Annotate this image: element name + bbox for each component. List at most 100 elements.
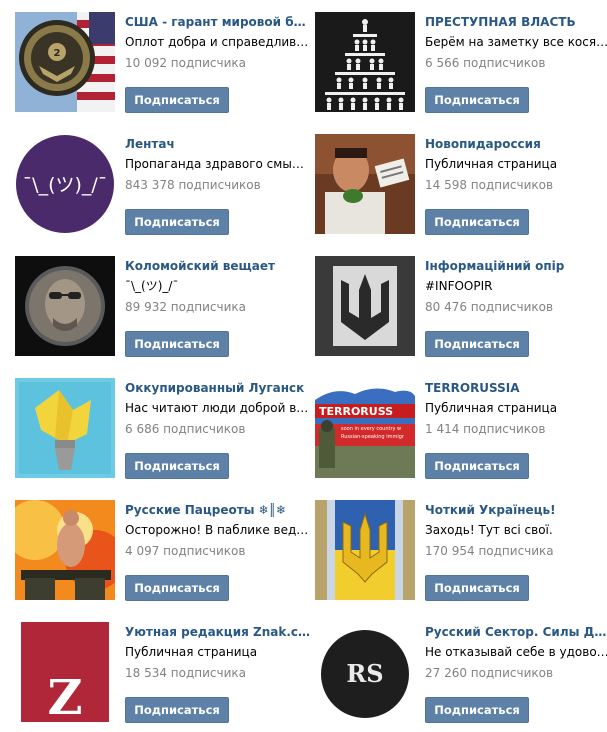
community-card: RS Русский Сектор. Силы Добра Не отказыв…: [315, 622, 607, 732]
community-card: Коломойский вещает ¯\_(ツ)_/¯ 89 932 подп…: [15, 256, 310, 366]
community-title[interactable]: Інформаційний опір: [425, 259, 607, 274]
community-avatar[interactable]: [315, 256, 415, 356]
thumb-subtext-2: Russian-speaking immigr: [341, 434, 405, 440]
community-subscribers: 14 598 подписчиков: [425, 178, 554, 192]
community-avatar[interactable]: [15, 378, 115, 478]
subscribe-button[interactable]: Подписаться: [125, 575, 229, 601]
subscribe-button[interactable]: Подписаться: [125, 697, 229, 723]
subscribe-button[interactable]: Подписаться: [425, 331, 529, 357]
community-title[interactable]: США - гарант мировой безопасности: [125, 15, 310, 30]
community-subscribers: 1 414 подписчиков: [425, 422, 546, 436]
thumb-text: Z: [47, 670, 82, 722]
community-subscribers: 27 260 подписчиков: [425, 666, 554, 680]
community-avatar[interactable]: [15, 256, 115, 356]
community-subscribers: 18 534 подписчика: [125, 666, 247, 680]
community-card: ПРЕСТУПНАЯ ВЛАСТЬ Берём на заметку все к…: [315, 12, 607, 122]
community-card: Інформаційний опір #INFOOPIR 80 476 подп…: [315, 256, 607, 366]
community-title[interactable]: Оккупированный Луганск: [125, 381, 310, 396]
thumb-subtext-1: soon in every country w: [341, 426, 401, 432]
subscribe-button[interactable]: Подписаться: [425, 453, 529, 479]
community-avatar[interactable]: [315, 12, 415, 112]
community-info: Русские Пацреоты ❄║❄ Осторожно! В паблик…: [125, 503, 310, 559]
community-info: Новопидароссия Публичная страница 14 598…: [425, 137, 607, 193]
subscribe-button[interactable]: Подписаться: [125, 87, 229, 113]
community-subscribers: 89 932 подписчика: [125, 300, 247, 314]
community-description: Берём на заметку все косяки: [425, 35, 607, 49]
community-info: Лентач Пропаганда здравого смысла 843 37…: [125, 137, 310, 193]
community-card: Чоткий Українець! Заходь! Тут всі свої. …: [315, 500, 607, 610]
community-avatar[interactable]: RS: [315, 622, 415, 722]
subscribe-button[interactable]: Подписаться: [125, 331, 229, 357]
communities-grid: 2 США - гарант мировой безопасности Опло…: [0, 0, 607, 723]
community-avatar[interactable]: [15, 500, 115, 600]
community-avatar[interactable]: [315, 500, 415, 600]
community-subscribers: 6 566 подписчиков: [425, 56, 546, 70]
community-card: Z Уютная редакция Znak.com Публичная стр…: [15, 622, 310, 732]
thumb-text: RS: [346, 659, 383, 688]
community-title[interactable]: Русский Сектор. Силы Добра: [425, 625, 607, 640]
avatar-image: [15, 500, 115, 600]
thumb-text: TERRORUSS: [319, 405, 393, 418]
community-card: Русские Пацреоты ❄║❄ Осторожно! В паблик…: [15, 500, 310, 610]
community-title[interactable]: Русские Пацреоты ❄║❄: [125, 503, 310, 518]
subscribe-button[interactable]: Подписаться: [425, 209, 529, 235]
community-title[interactable]: ПРЕСТУПНАЯ ВЛАСТЬ: [425, 15, 607, 30]
community-title[interactable]: Лентач: [125, 137, 310, 152]
community-info: США - гарант мировой безопасности Оплот …: [125, 15, 310, 71]
community-avatar[interactable]: ¯\_(ツ)_/¯: [15, 134, 115, 234]
community-card: Новопидароссия Публичная страница 14 598…: [315, 134, 607, 244]
community-info: Русский Сектор. Силы Добра Не отказывай …: [425, 625, 607, 681]
community-avatar[interactable]: Z: [15, 622, 115, 722]
avatar-image: ¯\_(ツ)_/¯: [15, 134, 115, 234]
community-avatar[interactable]: 2: [15, 12, 115, 112]
community-subscribers: 170 954 подписчика: [425, 544, 554, 558]
community-info: ПРЕСТУПНАЯ ВЛАСТЬ Берём на заметку все к…: [425, 15, 607, 71]
community-avatar[interactable]: [315, 134, 415, 234]
avatar-image: [15, 378, 115, 478]
avatar-image: Z: [15, 622, 115, 722]
community-info: TERRORUSSIA Публичная страница 1 414 под…: [425, 381, 607, 437]
avatar-image: [315, 256, 415, 356]
avatar-image: RS: [315, 622, 415, 722]
subscribe-button[interactable]: Подписаться: [125, 453, 229, 479]
community-description: Публичная страница: [425, 157, 558, 171]
community-card: Оккупированный Луганск Нас читают люди д…: [15, 378, 310, 488]
community-subscribers: 843 378 подписчиков: [125, 178, 261, 192]
community-description: Не отказывай себе в удовольствии: [425, 645, 607, 659]
community-description: Публичная страница: [425, 401, 558, 415]
community-info: Чоткий Українець! Заходь! Тут всі свої. …: [425, 503, 607, 559]
community-description: #INFOOPIR: [425, 279, 493, 293]
community-info: Інформаційний опір #INFOOPIR 80 476 подп…: [425, 259, 607, 315]
community-description: Публичная страница: [125, 645, 258, 659]
community-description: Нас читают люди доброй воли: [125, 401, 310, 415]
community-title[interactable]: Чоткий Українець!: [425, 503, 607, 518]
community-info: Уютная редакция Znak.com Публичная стран…: [125, 625, 310, 681]
avatar-image: [315, 500, 415, 600]
community-subscribers: 6 686 подписчиков: [125, 422, 246, 436]
community-title[interactable]: TERRORUSSIA: [425, 381, 607, 396]
svg-text:2: 2: [54, 48, 61, 59]
community-description: ¯\_(ツ)_/¯: [125, 279, 179, 293]
subscribe-button[interactable]: Подписаться: [125, 209, 229, 235]
community-info: Коломойский вещает ¯\_(ツ)_/¯ 89 932 подп…: [125, 259, 310, 315]
subscribe-button[interactable]: Подписаться: [425, 697, 529, 723]
community-title[interactable]: Новопидароссия: [425, 137, 607, 152]
avatar-image: TERRORUSS soon in every country w Russia…: [315, 378, 415, 478]
community-subscribers: 10 092 подписчика: [125, 56, 247, 70]
community-title[interactable]: Уютная редакция Znak.com: [125, 625, 310, 640]
subscribe-button[interactable]: Подписаться: [425, 87, 529, 113]
community-card: 2 США - гарант мировой безопасности Опло…: [15, 12, 310, 122]
thumb-text: ¯\_(ツ)_/¯: [23, 174, 108, 196]
community-description: Оплот добра и справедливости: [125, 35, 310, 49]
avatar-image: [315, 12, 415, 112]
community-subscribers: 80 476 подписчиков: [425, 300, 554, 314]
community-info: Оккупированный Луганск Нас читают люди д…: [125, 381, 310, 437]
community-title[interactable]: Коломойский вещает: [125, 259, 310, 274]
subscribe-button[interactable]: Подписаться: [425, 575, 529, 601]
community-subscribers: 4 097 подписчиков: [125, 544, 246, 558]
avatar-image: 2: [15, 12, 115, 112]
community-description: Осторожно! В паблике ведутся: [125, 523, 310, 537]
community-card: ¯\_(ツ)_/¯ Лентач Пропаганда здравого смы…: [15, 134, 310, 244]
community-avatar[interactable]: TERRORUSS soon in every country w Russia…: [315, 378, 415, 478]
avatar-image: [15, 256, 115, 356]
